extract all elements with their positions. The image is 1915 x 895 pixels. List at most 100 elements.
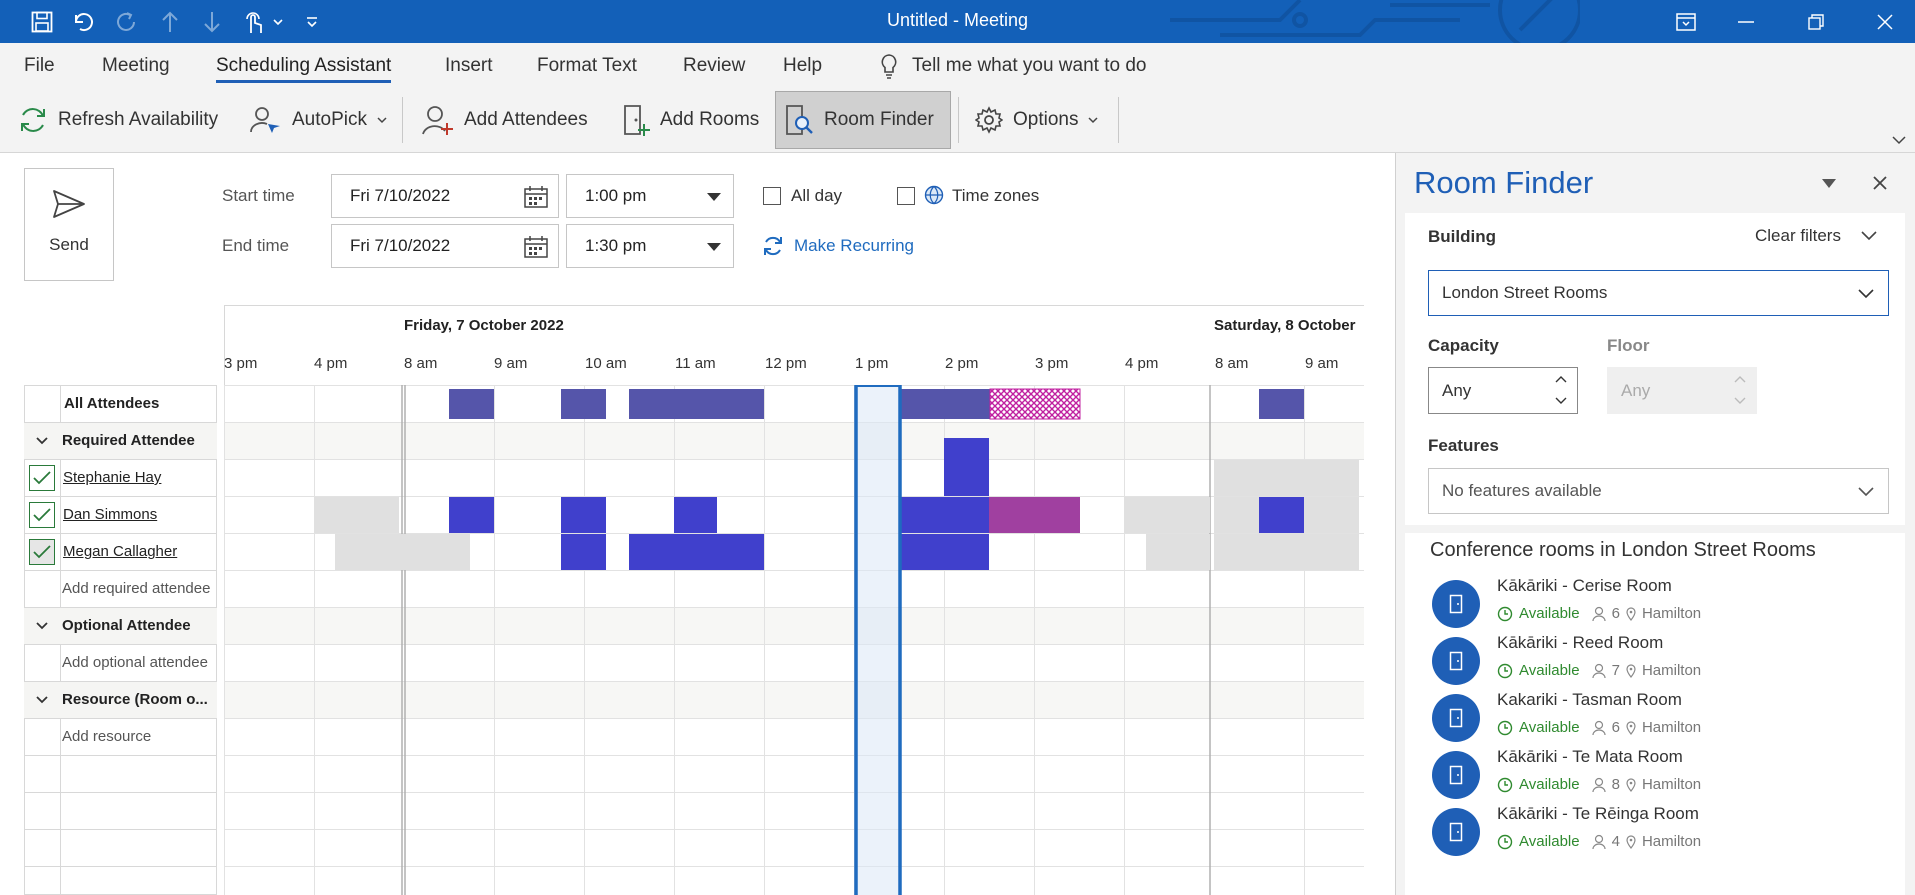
- title-bar: Untitled - Meeting: [0, 0, 1915, 43]
- room-list-item[interactable]: Kakariki - Tasman Room Available 6 Hamil…: [1432, 690, 1902, 747]
- room-capacity: 8: [1611, 776, 1620, 793]
- attendee-checkbox[interactable]: [29, 464, 55, 491]
- close-icon[interactable]: [1855, 0, 1915, 43]
- room-location: Hamilton: [1641, 662, 1702, 679]
- tab-help[interactable]: Help: [783, 55, 822, 77]
- checkmark-icon: [33, 544, 51, 558]
- tab-review[interactable]: Review: [683, 55, 745, 77]
- room-finder-button[interactable]: Room Finder: [775, 91, 951, 149]
- features-select[interactable]: No features available: [1428, 468, 1889, 514]
- minimize-icon[interactable]: [1716, 0, 1776, 43]
- add-optional-attendee-input[interactable]: Add optional attendee: [62, 644, 215, 681]
- ribbon-tabs: File Meeting Scheduling Assistant Insert…: [0, 43, 1915, 87]
- tab-insert[interactable]: Insert: [445, 55, 493, 77]
- spinner-arrows-icon[interactable]: [1555, 374, 1567, 406]
- attendee-name[interactable]: Stephanie Hay: [63, 469, 161, 486]
- checkmark-icon: [33, 470, 51, 484]
- chevron-down-icon: [1088, 117, 1099, 124]
- chevron-down-icon[interactable]: [36, 436, 48, 445]
- room-status: Available: [1519, 605, 1580, 622]
- add-attendees-button[interactable]: Add Attendees: [414, 91, 596, 149]
- tab-scheduling-assistant[interactable]: Scheduling Assistant: [216, 55, 392, 83]
- toolbar-separator: [402, 97, 403, 143]
- room-status: Available: [1519, 662, 1580, 679]
- start-time-field[interactable]: 1:00 pm: [566, 174, 734, 218]
- tab-meeting[interactable]: Meeting: [102, 55, 170, 77]
- chevron-down-icon[interactable]: [36, 621, 48, 630]
- autopick-button[interactable]: AutoPick: [242, 91, 395, 149]
- room-status: Available: [1519, 719, 1580, 736]
- optional-group-header[interactable]: Optional Attendee: [24, 607, 217, 644]
- hour-label: 4 pm: [314, 355, 348, 372]
- section-divider: [1405, 525, 1905, 533]
- room-name: Kakariki - Tasman Room: [1497, 690, 1682, 709]
- chevron-down-icon[interactable]: [36, 695, 48, 704]
- floor-label: Floor: [1607, 336, 1650, 355]
- refresh-availability-button[interactable]: Refresh Availability: [10, 91, 226, 149]
- pane-options-icon[interactable]: [1822, 179, 1836, 188]
- room-status: Available: [1519, 776, 1580, 793]
- send-button[interactable]: Send: [24, 168, 114, 281]
- hour-label: 9 am: [1305, 355, 1339, 372]
- room-list-item[interactable]: Kākāriki - Te Mata Room Available 8 Hami…: [1432, 747, 1902, 804]
- attendee-checkbox[interactable]: [29, 538, 55, 565]
- room-finder-pane: Room Finder Building Clear filters Londo…: [1395, 153, 1915, 895]
- building-select[interactable]: London Street Rooms: [1428, 270, 1889, 316]
- make-recurring-button[interactable]: Make Recurring: [762, 235, 914, 257]
- toolbar-separator: [958, 97, 959, 143]
- add-resource-input[interactable]: Add resource: [62, 718, 215, 755]
- clock-icon: [1497, 606, 1513, 621]
- room-meta: Available 8 Hamilton: [1497, 776, 1701, 793]
- options-label: Options: [1013, 109, 1079, 130]
- required-group-header[interactable]: Required Attendee: [24, 422, 217, 459]
- attendee-name[interactable]: Megan Callagher: [63, 543, 177, 560]
- end-date-field[interactable]: Fri 7/10/2022: [331, 224, 559, 268]
- hour-label: 8 am: [404, 355, 438, 372]
- hour-label: 4 pm: [1125, 355, 1159, 372]
- end-time-label: End time: [222, 236, 290, 255]
- room-list-item[interactable]: Kākāriki - Reed Room Available 7 Hamilto…: [1432, 633, 1902, 690]
- room-location: Hamilton: [1641, 605, 1702, 622]
- room-list-item[interactable]: Kākāriki - Cerise Room Available 6 Hamil…: [1432, 576, 1902, 633]
- room-icon: [1432, 751, 1480, 799]
- room-icon: [1432, 694, 1480, 742]
- room-meta: Available 7 Hamilton: [1497, 662, 1701, 679]
- add-rooms-button[interactable]: Add Rooms: [614, 91, 767, 149]
- room-meta: Available 6 Hamilton: [1497, 605, 1701, 622]
- attendee-row: Dan Simmons: [24, 496, 217, 533]
- time-zones-label: Time zones: [952, 186, 1040, 205]
- tab-format-text[interactable]: Format Text: [537, 55, 637, 77]
- building-value: London Street Rooms: [1442, 283, 1608, 302]
- calendar-icon[interactable]: [524, 236, 548, 258]
- time-zones-checkbox[interactable]: [897, 187, 915, 205]
- all-day-label: All day: [791, 186, 843, 205]
- add-attendees-label: Add Attendees: [464, 109, 588, 130]
- attendee-row: Stephanie Hay: [24, 459, 217, 496]
- options-button[interactable]: Options: [967, 91, 1106, 149]
- room-finder-title: Room Finder: [1414, 165, 1594, 200]
- ribbon-display-icon[interactable]: [1656, 0, 1716, 43]
- start-date-field[interactable]: Fri 7/10/2022: [331, 174, 559, 218]
- room-name: Kākāriki - Te Rēinga Room: [1497, 804, 1699, 823]
- resource-group-header[interactable]: Resource (Room o...: [24, 681, 217, 718]
- room-list-item[interactable]: Kākāriki - Te Rēinga Room Available 4 Ha…: [1432, 804, 1902, 861]
- room-meta: Available 4 Hamilton: [1497, 833, 1701, 850]
- end-time-field[interactable]: 1:30 pm: [566, 224, 734, 268]
- attendee-checkbox[interactable]: [29, 501, 55, 528]
- collapse-ribbon-icon[interactable]: [1892, 135, 1906, 145]
- clear-filters-button[interactable]: Clear filters: [1755, 226, 1877, 246]
- calendar-icon[interactable]: [524, 186, 548, 208]
- capacity-stepper[interactable]: Any: [1428, 367, 1578, 414]
- room-meta: Available 6 Hamilton: [1497, 719, 1701, 736]
- room-location: Hamilton: [1641, 719, 1702, 736]
- add-required-attendee-input[interactable]: Add required attendee: [62, 570, 215, 607]
- restore-icon[interactable]: [1786, 0, 1846, 43]
- all-day-checkbox[interactable]: [763, 187, 781, 205]
- attendee-name[interactable]: Dan Simmons: [63, 506, 157, 523]
- optional-group-label: Optional Attendee: [62, 617, 191, 634]
- close-icon[interactable]: [1873, 176, 1887, 190]
- tab-file[interactable]: File: [24, 55, 55, 77]
- required-group-label: Required Attendee: [62, 432, 195, 449]
- timeline-body[interactable]: [224, 385, 1364, 895]
- tell-me-search[interactable]: Tell me what you want to do: [880, 53, 1146, 79]
